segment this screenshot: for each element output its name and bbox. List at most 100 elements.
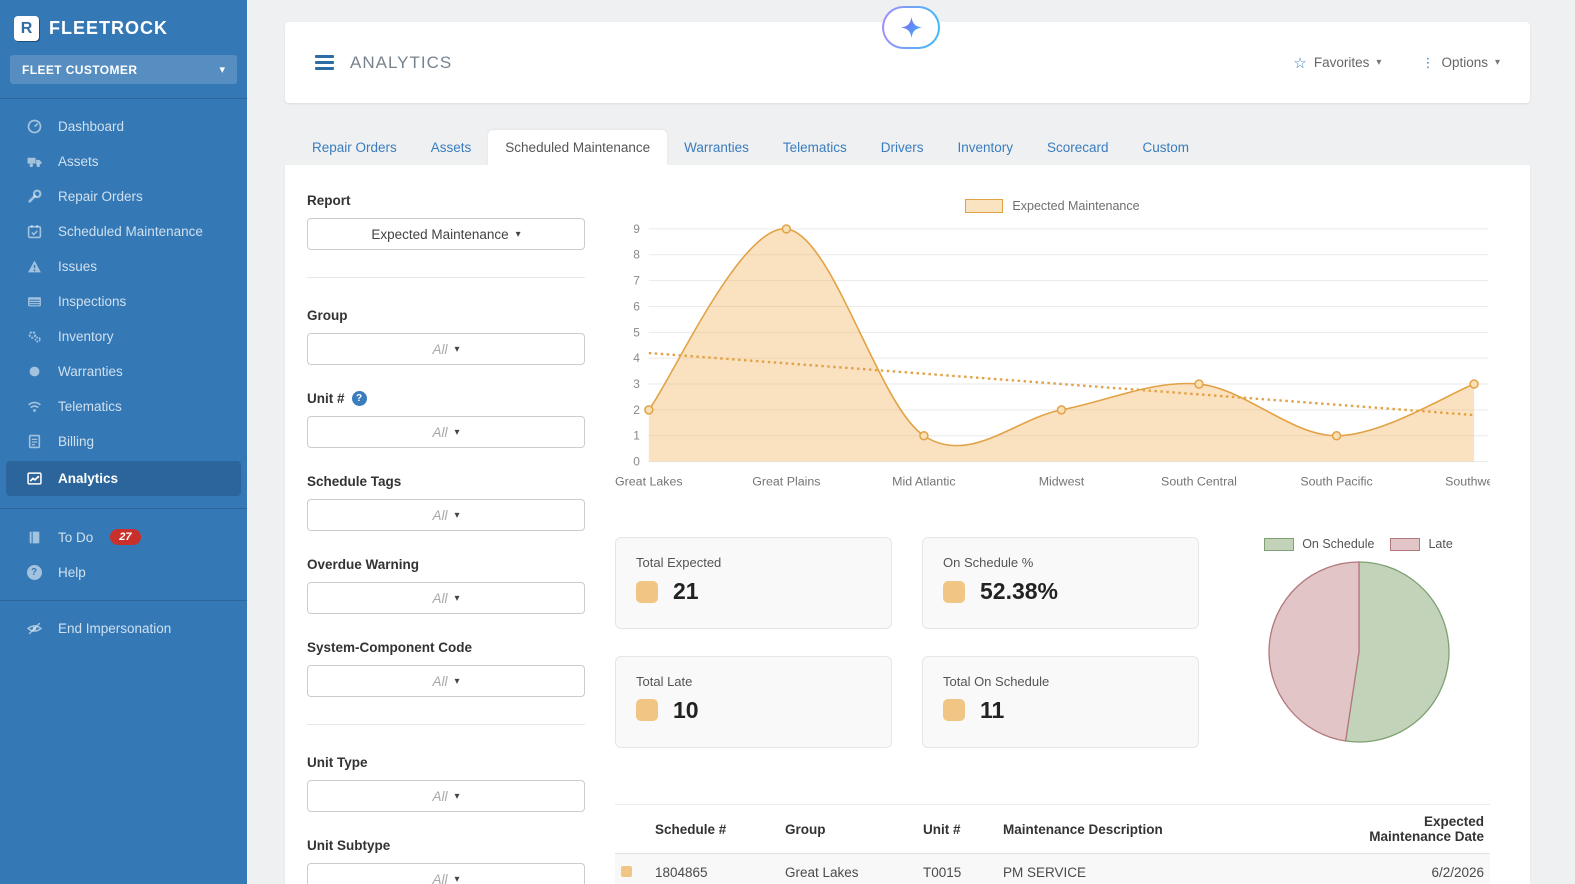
- on-schedule-pie-chart: [1264, 557, 1454, 752]
- svg-text:6: 6: [633, 299, 640, 313]
- unit-subtype-dropdown[interactable]: All ▾: [307, 863, 585, 884]
- list-icon: [25, 294, 43, 309]
- report-dropdown[interactable]: Expected Maintenance ▾: [307, 218, 585, 250]
- kebab-menu-icon: ⋮: [1421, 54, 1435, 70]
- tab-repair-orders[interactable]: Repair Orders: [295, 130, 414, 165]
- stat-card-on-schedule-pct: On Schedule % 52.38%: [922, 537, 1199, 630]
- svg-text:3: 3: [633, 377, 640, 391]
- page-title: ANALYTICS: [350, 52, 453, 72]
- expected-maintenance-area-chart: 0 1 2 3 4 5 6 7 8 9 Great Lakes Great Plains Mid Atl…: [615, 215, 1490, 493]
- svg-text:7: 7: [633, 274, 640, 288]
- stat-card-total-late: Total Late 10: [615, 655, 892, 748]
- fleet-customer-selector[interactable]: FLEET CUSTOMER ▾: [10, 55, 237, 84]
- tab-scorecard[interactable]: Scorecard: [1030, 130, 1126, 165]
- sidebar-item-repair-orders[interactable]: Repair Orders: [0, 179, 247, 214]
- stat-value: 10: [673, 696, 699, 723]
- svg-text:Southwest: Southwest: [1445, 474, 1490, 488]
- sidebar-item-warranties[interactable]: Warranties: [0, 354, 247, 389]
- sidebar-item-dashboard[interactable]: Dashboard: [0, 109, 247, 144]
- svg-text:Mid Atlantic: Mid Atlantic: [892, 474, 955, 488]
- scheduled-maintenance-panel: Report Expected Maintenance ▾ Group All …: [285, 165, 1530, 884]
- sidebar-item-label: Issues: [58, 259, 98, 274]
- sidebar-item-label: Telematics: [58, 399, 122, 414]
- wrench-icon: [25, 189, 43, 204]
- svg-text:South Central: South Central: [1161, 474, 1237, 488]
- stat-card-total-on-schedule: Total On Schedule 11: [922, 655, 1199, 748]
- cell-schedule: 1804865: [649, 853, 779, 884]
- overdue-warning-dropdown[interactable]: All ▾: [307, 582, 585, 614]
- ai-assistant-button[interactable]: [882, 6, 940, 49]
- brand-name: FLEETROCK: [49, 18, 168, 38]
- sidebar-item-end-impersonation[interactable]: End Impersonation: [0, 611, 247, 646]
- invoice-icon: [25, 434, 43, 449]
- unit-subtype-filter-label: Unit Subtype: [307, 838, 391, 853]
- caret-down-icon: ▾: [1494, 57, 1500, 68]
- sidebar-item-analytics[interactable]: Analytics: [6, 461, 241, 496]
- help-icon[interactable]: ?: [351, 391, 367, 406]
- tab-telematics[interactable]: Telematics: [766, 130, 864, 165]
- sidebar-item-scheduled-maintenance[interactable]: Scheduled Maintenance: [0, 214, 247, 249]
- group-dropdown[interactable]: All ▾: [307, 333, 585, 365]
- sidebar-item-label: Assets: [58, 154, 99, 169]
- overdue-warning-filter-label: Overdue Warning: [307, 557, 420, 572]
- sidebar-item-label: End Impersonation: [58, 621, 172, 636]
- col-schedule[interactable]: Schedule #: [649, 804, 779, 855]
- wifi-icon: [25, 399, 43, 414]
- col-description[interactable]: Maintenance Description: [997, 804, 1342, 855]
- tab-assets[interactable]: Assets: [414, 130, 489, 165]
- options-dropdown[interactable]: ⋮ Options ▾: [1421, 55, 1500, 71]
- sidebar-item-inventory[interactable]: Inventory: [0, 319, 247, 354]
- legend-swatch-on-schedule: [1264, 537, 1295, 551]
- sidebar-item-billing[interactable]: Billing: [0, 424, 247, 459]
- unit-dropdown-value: All: [432, 424, 448, 440]
- sidebar-item-label: Repair Orders: [58, 189, 143, 204]
- unit-type-dropdown-value: All: [432, 788, 448, 804]
- legend-label: Expected Maintenance: [1012, 199, 1140, 213]
- unit-type-dropdown[interactable]: All ▾: [307, 780, 585, 812]
- stat-label: Total Expected: [636, 555, 722, 571]
- table-row[interactable]: 1804865 Great Lakes T0015 PM SERVICE 6/2…: [615, 853, 1490, 884]
- sidebar-item-telematics[interactable]: Telematics: [0, 389, 247, 424]
- sidebar-item-assets[interactable]: Assets: [0, 144, 247, 179]
- svg-text:9: 9: [633, 222, 640, 236]
- sidebar-item-label: Billing: [58, 434, 95, 449]
- group-filter-label: Group: [307, 308, 348, 323]
- stat-square-icon: [636, 580, 658, 603]
- filter-divider: [307, 277, 585, 278]
- brand: R FLEETROCK: [0, 0, 247, 53]
- col-expected-date[interactable]: Expected Maintenance Date: [1342, 804, 1490, 855]
- sidebar-item-issues[interactable]: Issues: [0, 249, 247, 284]
- caret-down-icon: ▾: [219, 64, 225, 76]
- favorites-dropdown[interactable]: ☆ Favorites ▾: [1293, 54, 1381, 72]
- svg-text:0: 0: [633, 455, 640, 469]
- svg-text:Great Plains: Great Plains: [752, 474, 820, 488]
- filter-column: Report Expected Maintenance ▾ Group All …: [307, 193, 585, 884]
- sidebar-item-help[interactable]: ? Help: [0, 555, 247, 590]
- svg-text:5: 5: [633, 325, 640, 339]
- legend-label: On Schedule: [1302, 537, 1375, 552]
- col-group[interactable]: Group: [779, 804, 917, 855]
- cell-expected-date: 6/2/2026: [1342, 853, 1490, 884]
- fleetrock-logo-icon: R: [14, 16, 39, 41]
- svg-text:2: 2: [633, 403, 640, 417]
- col-unit[interactable]: Unit #: [917, 804, 997, 855]
- system-component-filter-label: System-Component Code: [307, 640, 473, 655]
- menu-icon[interactable]: [315, 55, 334, 70]
- sidebar-item-inspections[interactable]: Inspections: [0, 284, 247, 319]
- tab-custom[interactable]: Custom: [1126, 130, 1207, 165]
- tab-warranties[interactable]: Warranties: [667, 130, 766, 165]
- system-component-dropdown[interactable]: All ▾: [307, 665, 585, 697]
- sidebar-item-todo[interactable]: To Do 27: [0, 519, 247, 555]
- cell-group: Great Lakes: [779, 853, 917, 884]
- tab-drivers[interactable]: Drivers: [864, 130, 941, 165]
- svg-text:Great Lakes: Great Lakes: [615, 474, 683, 488]
- area-chart-legend: Expected Maintenance: [615, 199, 1490, 213]
- tab-inventory[interactable]: Inventory: [940, 130, 1030, 165]
- schedule-tags-dropdown[interactable]: All ▾: [307, 499, 585, 531]
- calendar-check-icon: [25, 224, 43, 239]
- analytics-tabs: Repair Orders Assets Scheduled Maintenan…: [295, 130, 1530, 165]
- caret-down-icon: ▾: [454, 426, 460, 438]
- sidebar-item-label: Inspections: [58, 294, 127, 309]
- unit-dropdown[interactable]: All ▾: [307, 416, 585, 448]
- tab-scheduled-maintenance[interactable]: Scheduled Maintenance: [488, 130, 668, 165]
